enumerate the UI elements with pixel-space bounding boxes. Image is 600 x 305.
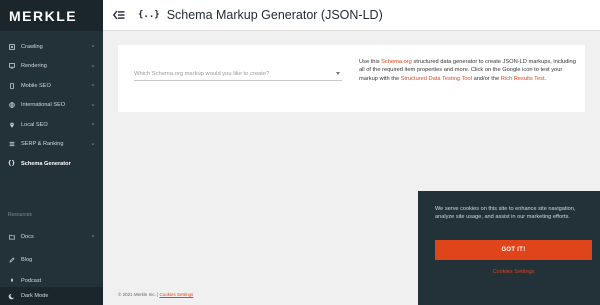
sidebar-item-label: International SEO xyxy=(21,102,66,109)
pencil-icon xyxy=(8,256,15,263)
braces-icon: {} xyxy=(7,160,16,168)
structured-data-testing-tool-link[interactable]: Structured Data Testing Tool xyxy=(401,76,472,82)
page-title: Schema Markup Generator (JSON-LD) xyxy=(166,8,383,22)
chevron-down-icon xyxy=(91,142,95,145)
footer: © 2021 Merkle Inc. | Cookies Settings xyxy=(118,292,193,297)
sidebar-item-label: Mobile SEO xyxy=(21,82,51,89)
sidebar-item-blog[interactable]: Blog xyxy=(0,250,103,270)
header: {..} Schema Markup Generator (JSON-LD) xyxy=(103,0,600,31)
sidebar-item-label: Schema Generator xyxy=(21,160,71,167)
rich-results-test-link[interactable]: Rich Results Test xyxy=(501,76,545,82)
cookie-settings-link[interactable]: Cookies Settings xyxy=(435,269,592,275)
chevron-down-icon xyxy=(91,103,95,106)
moon-icon xyxy=(8,292,15,300)
sidebar-item-podcast[interactable]: Podcast xyxy=(0,275,103,287)
merkle-logo[interactable]: MERKLE xyxy=(9,8,77,24)
cookie-message: We serve cookies on this site to enhance… xyxy=(435,206,576,221)
sidebar-item-label: SERP & Ranking xyxy=(21,141,64,148)
caret-down-icon xyxy=(336,72,340,75)
mic-icon xyxy=(8,277,15,284)
sidebar-item-crawling[interactable]: Crawling xyxy=(0,37,103,57)
globe-icon xyxy=(8,102,15,109)
sidebar-item-mobile-seo[interactable]: Mobile SEO xyxy=(0,76,103,96)
mobile-icon xyxy=(8,82,15,89)
dark-mode-toggle[interactable]: Dark Mode xyxy=(0,287,103,305)
copyright-text: © 2021 Merkle Inc. | xyxy=(118,292,160,297)
sidebar-item-rendering[interactable]: Rendering xyxy=(0,57,103,77)
footer-cookies-settings-link[interactable]: Cookies Settings xyxy=(160,292,194,297)
braces-icon: {..} xyxy=(138,10,160,20)
sidebar-item-docs[interactable]: Docs xyxy=(0,227,103,247)
sidebar: MERKLE Crawling Rendering Mobile SEO Int… xyxy=(0,0,103,305)
chevron-down-icon xyxy=(91,84,95,86)
sidebar-nav: Crawling Rendering Mobile SEO Internatio… xyxy=(0,37,103,174)
select-placeholder: Which Schema.org markup would you like t… xyxy=(134,70,270,77)
accept-cookies-button[interactable]: GOT IT! xyxy=(435,240,592,260)
chevron-down-icon xyxy=(91,64,95,67)
schema-type-select[interactable]: Which Schema.org markup would you like t… xyxy=(134,67,342,81)
chevron-down-icon xyxy=(91,123,95,125)
logo-bar: MERKLE xyxy=(0,0,103,31)
crawl-icon xyxy=(8,43,15,50)
chevron-down-icon xyxy=(91,45,95,47)
monitor-icon xyxy=(8,63,15,70)
sidebar-item-label: Docs xyxy=(21,233,34,240)
resources-heading: Resources xyxy=(8,212,32,218)
sidebar-item-local-seo[interactable]: Local SEO xyxy=(0,115,103,135)
schema-org-link[interactable]: Schema.org xyxy=(381,59,412,65)
list-icon xyxy=(8,141,15,148)
chevron-down-icon xyxy=(91,235,95,237)
collapse-menu-icon[interactable] xyxy=(113,10,125,20)
sidebar-item-schema-generator[interactable]: {} Schema Generator xyxy=(0,154,103,174)
sidebar-item-label: Blog xyxy=(21,256,33,263)
sidebar-item-label: Podcast xyxy=(21,277,42,284)
sidebar-item-serp-ranking[interactable]: SERP & Ranking xyxy=(0,135,103,155)
cookie-banner: We serve cookies on this site to enhance… xyxy=(418,191,600,305)
sidebar-item-label: Crawling xyxy=(21,43,43,50)
sidebar-item-international-seo[interactable]: International SEO xyxy=(0,96,103,116)
generator-card: Which Schema.org markup would you like t… xyxy=(118,45,585,112)
generator-description: Use this Schema.org structured data gene… xyxy=(359,59,576,82)
sidebar-item-label: Rendering xyxy=(21,63,47,70)
dark-mode-label: Dark Mode xyxy=(21,293,49,299)
map-pin-icon xyxy=(8,121,15,128)
folder-icon xyxy=(8,233,15,240)
sidebar-item-label: Local SEO xyxy=(21,121,48,128)
